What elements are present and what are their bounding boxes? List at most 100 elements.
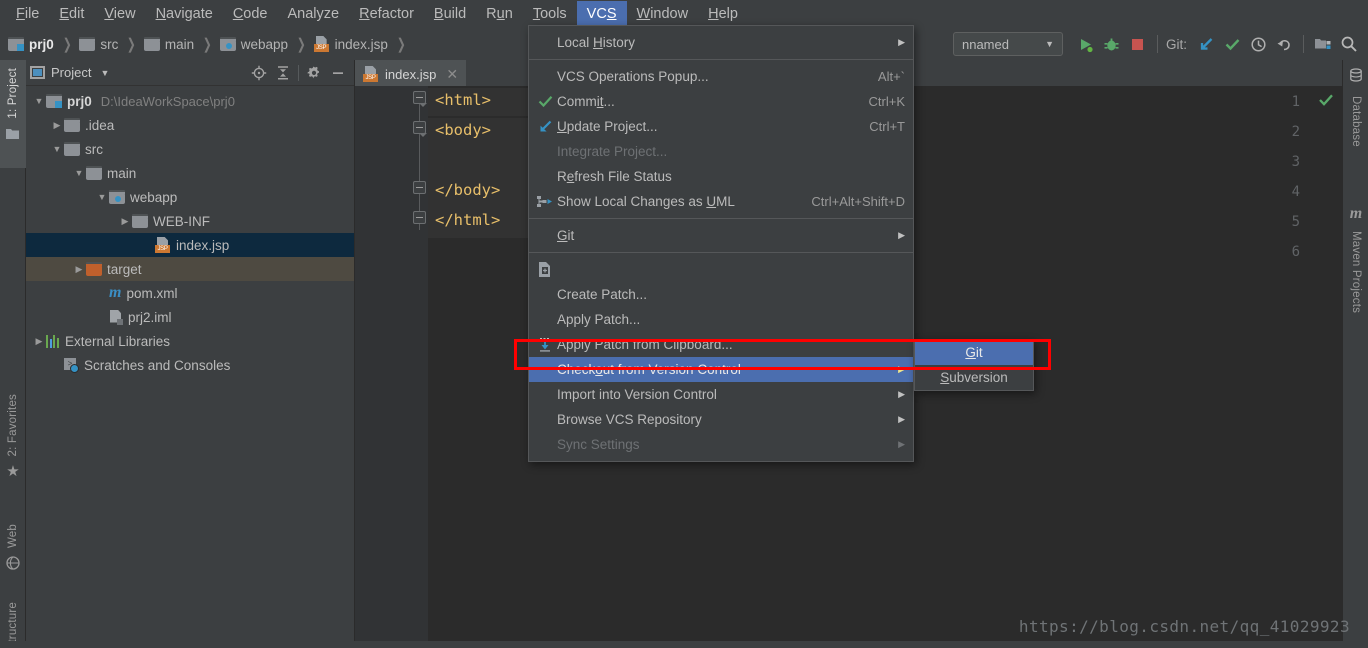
close-icon[interactable]: ✕ (446, 66, 458, 83)
toolwindow-button-database[interactable]: Database (1343, 68, 1368, 151)
code-line-4: </body> (435, 181, 500, 199)
menu-view[interactable]: View (94, 1, 145, 27)
chevron-right-icon[interactable]: ▶ (72, 262, 86, 276)
run-configuration-selector[interactable]: nnamed ▼ (953, 32, 1063, 56)
menu-navigate[interactable]: Navigate (146, 1, 223, 27)
menu-code[interactable]: Code (223, 1, 278, 27)
commit-button[interactable] (1219, 31, 1245, 57)
chevron-right-icon[interactable]: ▶ (118, 214, 132, 228)
menu-tools[interactable]: Tools (523, 1, 577, 27)
menu-item-shelve-changes[interactable]: Apply Patch from Clipboard... (529, 332, 913, 357)
settings-gear-icon[interactable] (302, 62, 326, 84)
tree-row-webapp[interactable]: ▼ webapp (26, 185, 354, 209)
git-toolbar-label: Git: (1166, 37, 1187, 52)
project-panel-title: Project (51, 65, 91, 80)
submenu-item-subversion[interactable]: Subversion (915, 365, 1033, 390)
jsp-file-icon: JSP (155, 237, 171, 253)
menu-edit[interactable]: Edit (49, 1, 94, 27)
menu-vcs[interactable]: VCS (577, 1, 627, 27)
menu-run[interactable]: Run (476, 1, 523, 27)
debug-button[interactable] (1099, 31, 1125, 57)
tree-row-pom-xml[interactable]: ▶ m pom.xml (26, 281, 354, 305)
folder-icon (144, 37, 160, 51)
submenu-item-git[interactable]: Git (915, 340, 1033, 365)
tree-row-main[interactable]: ▼ main (26, 161, 354, 185)
tree-row-external-libraries[interactable]: ▶ External Libraries (26, 329, 354, 353)
breadcrumb-item-src[interactable]: src ❯ (79, 35, 144, 53)
tree-row-index-jsp[interactable]: ▶ JSP index.jsp (26, 233, 354, 257)
tree-row-prj0[interactable]: ▼ prj0 D:\IdeaWorkSpace\prj0 (26, 89, 354, 113)
menu-item-git[interactable]: Git ▶ (529, 223, 913, 248)
menu-separator (529, 218, 913, 219)
breadcrumb-item-prj0[interactable]: prj0 ❯ (8, 35, 79, 53)
tree-row-src[interactable]: ▼ src (26, 137, 354, 161)
menu-item-show-local-changes-as-uml[interactable]: Show Local Changes as UML Ctrl+Alt+Shift… (529, 189, 913, 214)
menu-item-apply-patch-from-clipboard[interactable]: Apply Patch... (529, 307, 913, 332)
menu-item-update-project[interactable]: Update Project... Ctrl+T (529, 114, 913, 139)
tree-row-prj2-iml[interactable]: ▶ prj2.iml (26, 305, 354, 329)
fold-toggle-expanded-icon[interactable] (413, 121, 426, 134)
run-configuration-label: nnamed (962, 37, 1009, 52)
chevron-down-icon[interactable]: ▼ (95, 190, 109, 204)
toolwindow-button-maven[interactable]: m Maven Projects (1343, 205, 1368, 317)
editor-tab-index-jsp[interactable]: JSP index.jsp ✕ (355, 60, 466, 86)
tree-label: Scratches and Consoles (84, 358, 230, 373)
menu-help[interactable]: Help (698, 1, 748, 27)
update-project-button[interactable] (1193, 31, 1219, 57)
fold-toggle-expanded-icon[interactable] (413, 91, 426, 104)
menu-analyze[interactable]: Analyze (278, 1, 350, 27)
tree-row-idea[interactable]: ▶ .idea (26, 113, 354, 137)
fold-toggle-end-icon[interactable] (413, 211, 426, 224)
breadcrumb-item-main[interactable]: main ❯ (144, 35, 220, 53)
project-tool-window: Project ▼ ▼ (26, 60, 355, 641)
collapse-all-icon[interactable] (271, 62, 295, 84)
stop-button[interactable] (1125, 31, 1151, 57)
menu-item-vcs-operations-popup[interactable]: VCS Operations Popup... Alt+` (529, 64, 913, 89)
menu-item-create-patch[interactable] (529, 257, 913, 282)
fold-toggle-end-icon[interactable] (413, 181, 426, 194)
locate-icon[interactable] (247, 62, 271, 84)
search-button[interactable] (1336, 31, 1362, 57)
menu-refactor[interactable]: Refactor (349, 1, 424, 27)
toolwindow-button-project[interactable]: 1: Project (0, 64, 26, 145)
menu-item-commit[interactable]: Commit... Ctrl+K (529, 89, 913, 114)
chevron-down-icon[interactable]: ▼ (50, 142, 64, 156)
patch-icon (533, 262, 557, 277)
menu-window[interactable]: Window (627, 1, 699, 27)
chevron-down-icon[interactable]: ▼ (32, 94, 46, 108)
breadcrumb-item-indexjsp[interactable]: JSP index.jsp ❯ (314, 35, 414, 53)
menu-item-import-into-version-control[interactable]: Import into Version Control ▶ (529, 382, 913, 407)
history-button[interactable] (1245, 31, 1271, 57)
chevron-right-icon[interactable]: ▶ (32, 334, 46, 348)
tree-row-scratches[interactable]: ▶ > Scratches and Consoles (26, 353, 354, 377)
editor-fold-bar[interactable] (413, 86, 427, 641)
breadcrumb-item-webapp[interactable]: webapp ❯ (220, 35, 314, 53)
inspection-ok-icon[interactable] (1318, 92, 1334, 112)
tree-row-target[interactable]: ▶ target (26, 257, 354, 281)
toolwindow-button-web[interactable]: Web (0, 520, 26, 575)
menu-item-local-history[interactable]: Local History ▶ (529, 30, 913, 55)
tree-row-web-inf[interactable]: ▶ WEB-INF (26, 209, 354, 233)
line-number: 5 (1270, 214, 1300, 230)
run-button[interactable] (1073, 31, 1099, 57)
project-panel-header: Project ▼ (26, 60, 354, 86)
rollback-button[interactable] (1271, 31, 1297, 57)
chevron-down-icon[interactable]: ▼ (100, 68, 109, 78)
chevron-right-icon[interactable]: ▶ (50, 118, 64, 132)
folder-icon (64, 142, 80, 156)
menu-build[interactable]: Build (424, 1, 476, 27)
project-structure-button[interactable] (1310, 31, 1336, 57)
minimize-icon[interactable] (326, 62, 350, 84)
menu-item-apply-patch[interactable]: Create Patch... (529, 282, 913, 307)
chevron-down-icon[interactable]: ▼ (72, 166, 86, 180)
breadcrumb-label: src (95, 37, 121, 52)
toolbar-divider (1303, 35, 1304, 53)
menu-item-checkout-from-version-control[interactable]: Checkout from Version Control ▶ (529, 357, 913, 382)
menu-item-refresh-file-status[interactable]: Refresh File Status (529, 164, 913, 189)
globe-icon (6, 556, 20, 575)
menu-item-browse-vcs-repository[interactable]: Browse VCS Repository ▶ (529, 407, 913, 432)
project-tree: ▼ prj0 D:\IdeaWorkSpace\prj0 ▶ .idea ▼ s… (26, 86, 354, 377)
menu-file[interactable]: File (6, 1, 49, 27)
project-window-icon (30, 66, 45, 79)
toolwindow-button-favorites[interactable]: 2: Favorites ★ (0, 390, 26, 479)
